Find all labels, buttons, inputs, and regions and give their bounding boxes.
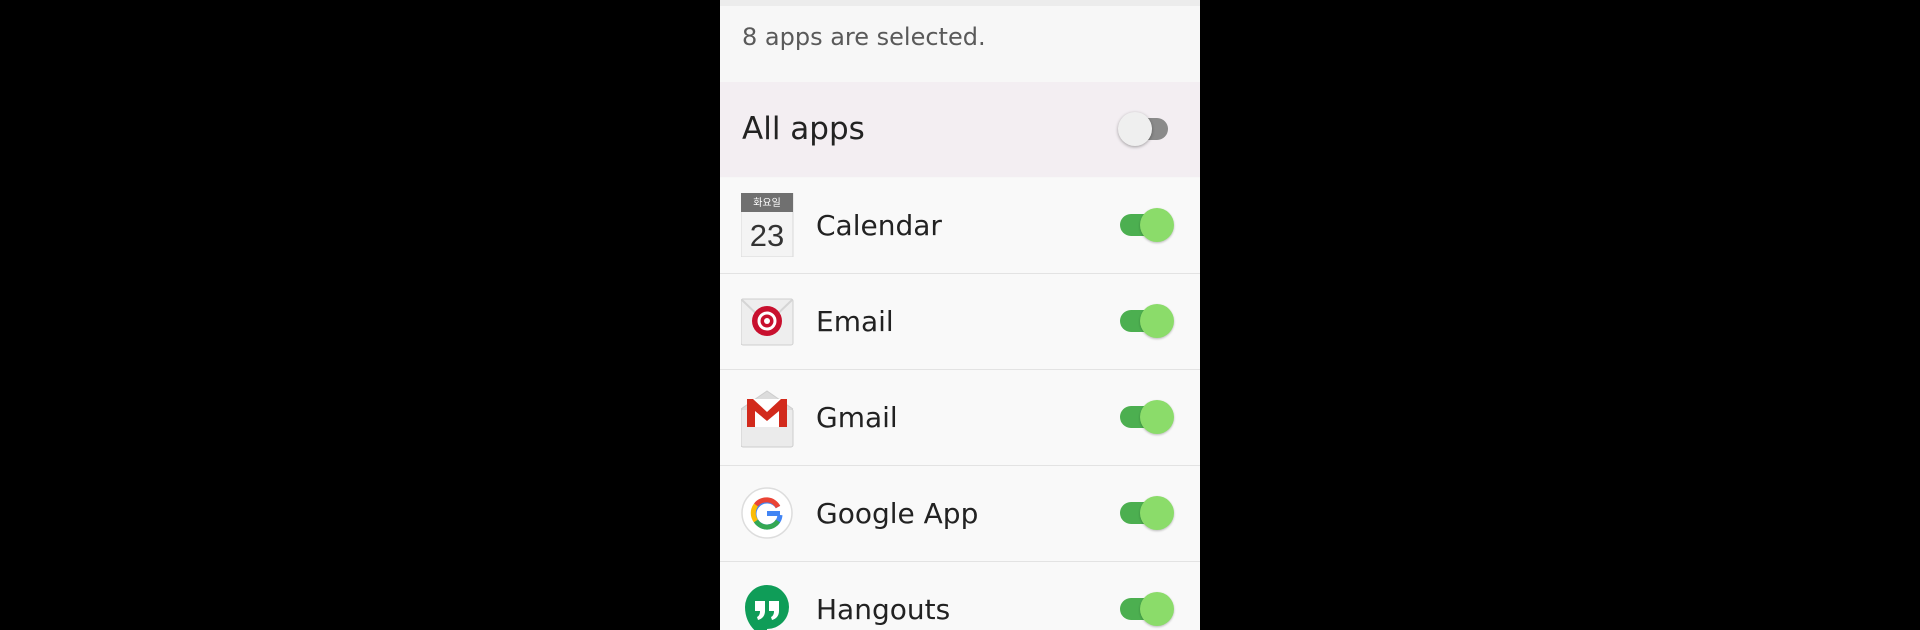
toggle-thumb — [1140, 496, 1174, 530]
app-settings-screen: 8 apps are selected. All apps 화요일 23 Cal… — [720, 0, 1200, 630]
google-icon — [741, 481, 795, 545]
toggle-thumb — [1118, 112, 1152, 146]
gmail-icon — [740, 385, 795, 449]
gmail-toggle[interactable] — [1118, 400, 1174, 434]
app-row-calendar[interactable]: 화요일 23 Calendar — [720, 178, 1200, 274]
calendar-toggle[interactable] — [1118, 208, 1174, 242]
app-row-email[interactable]: Email — [720, 274, 1200, 370]
toggle-thumb — [1140, 592, 1174, 626]
all-apps-label: All apps — [742, 111, 865, 147]
app-row-google-app[interactable]: Google App — [720, 466, 1200, 562]
calendar-day: 23 — [750, 218, 784, 253]
app-row-gmail[interactable]: Gmail — [720, 370, 1200, 466]
hangouts-toggle[interactable] — [1118, 592, 1174, 626]
app-label-calendar: Calendar — [816, 209, 942, 242]
selected-apps-count: 8 apps are selected. — [742, 23, 986, 51]
all-apps-toggle[interactable] — [1118, 112, 1172, 146]
toggle-thumb — [1140, 400, 1174, 434]
app-label-google-app: Google App — [816, 497, 979, 530]
app-label-gmail: Gmail — [816, 401, 898, 434]
google-app-toggle[interactable] — [1118, 496, 1174, 530]
app-label-email: Email — [816, 305, 894, 338]
calendar-icon: 화요일 23 — [740, 192, 795, 258]
top-divider — [720, 0, 1200, 6]
toggle-thumb — [1140, 304, 1174, 338]
toggle-thumb — [1140, 208, 1174, 242]
email-icon — [740, 289, 795, 353]
calendar-weekday: 화요일 — [753, 197, 781, 209]
all-apps-row[interactable]: All apps — [720, 82, 1200, 177]
hangouts-icon — [741, 577, 795, 630]
email-toggle[interactable] — [1118, 304, 1174, 338]
app-label-hangouts: Hangouts — [816, 593, 951, 626]
app-row-hangouts[interactable]: Hangouts — [720, 562, 1200, 630]
